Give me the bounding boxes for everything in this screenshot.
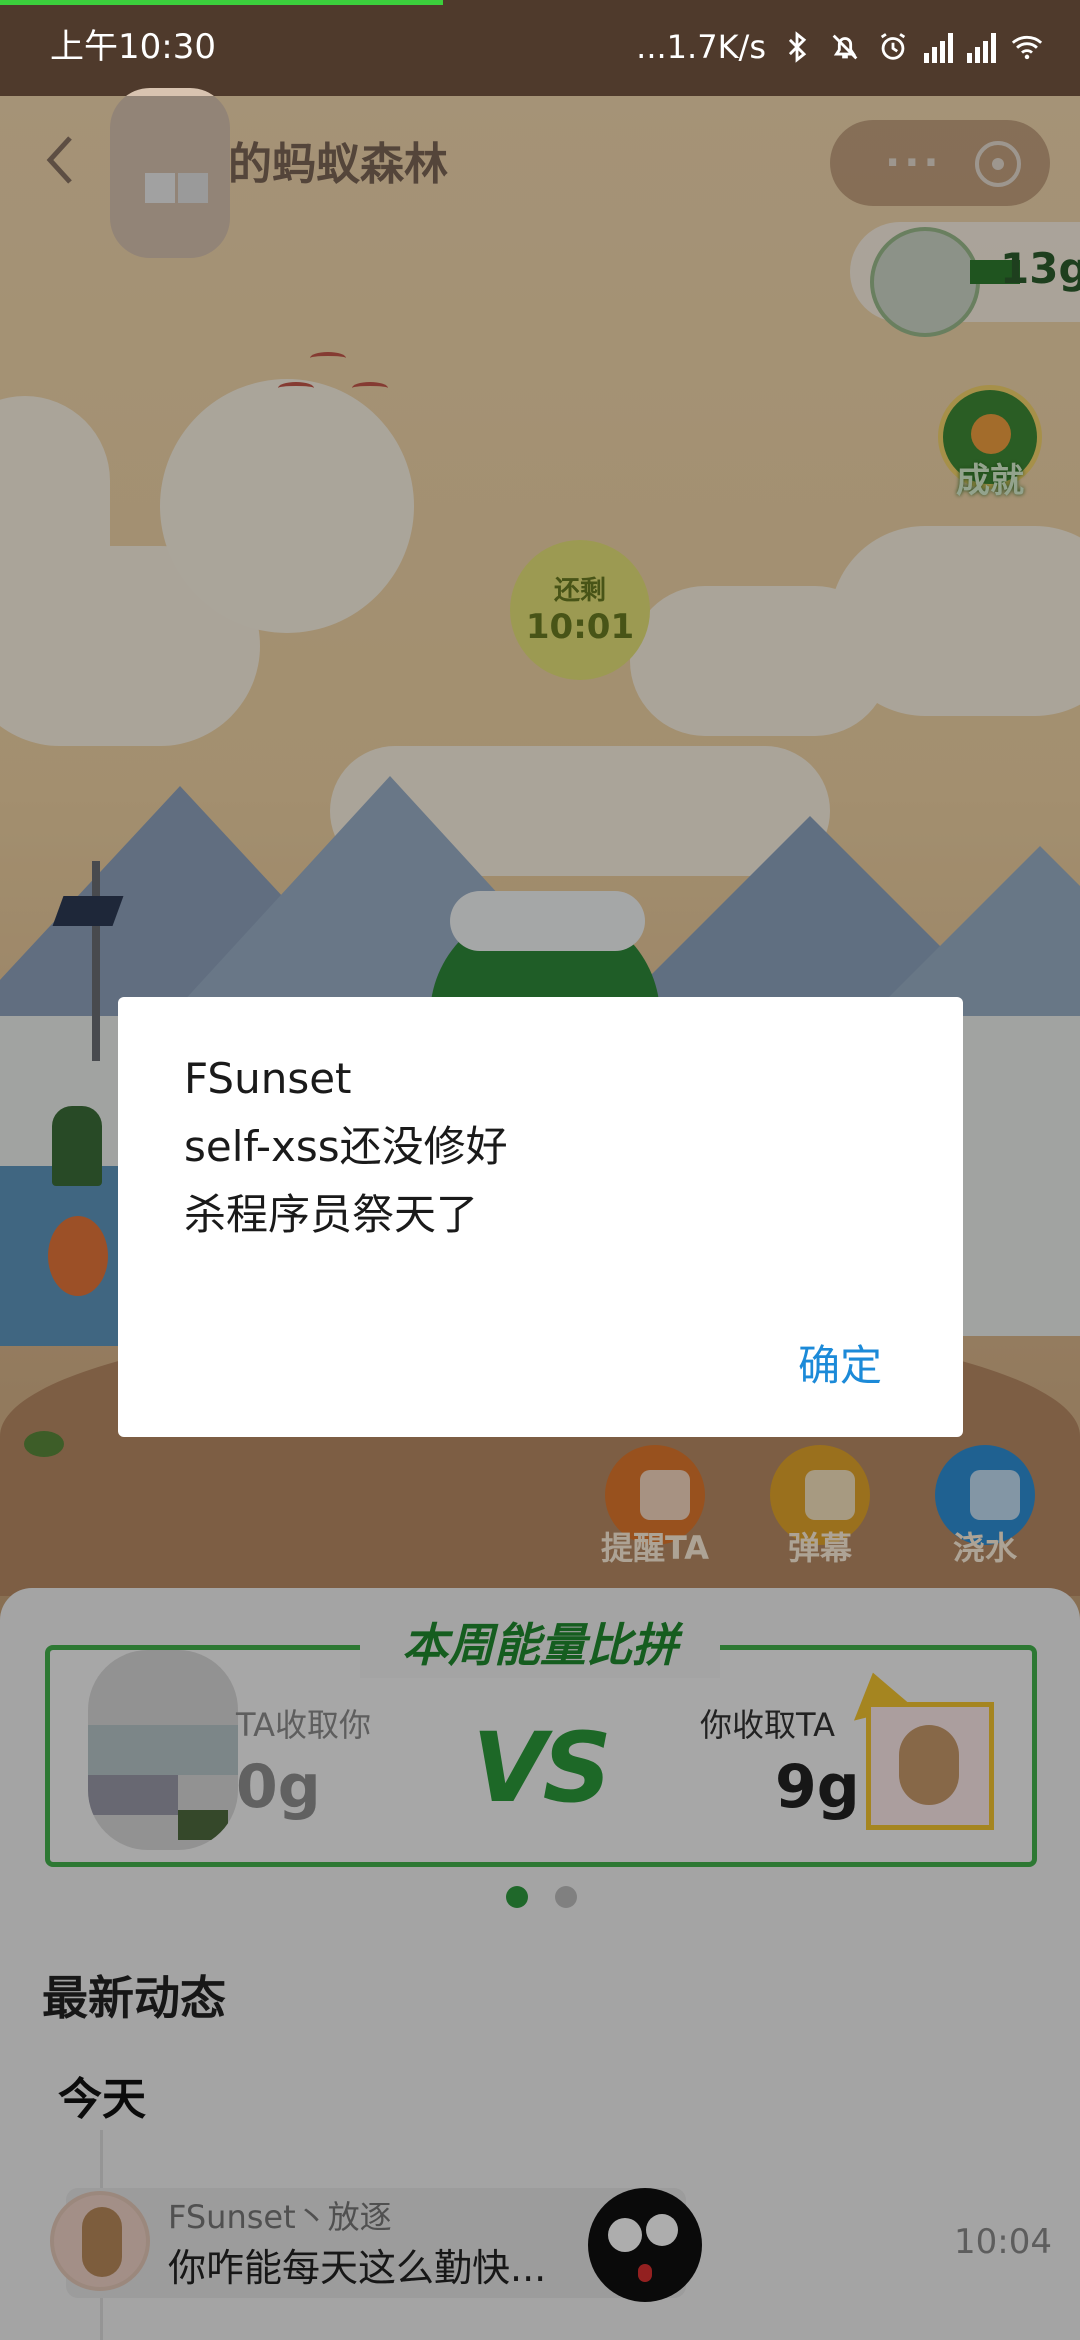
- status-bar: 上午10:30 ...1.7K/s: [0, 0, 1080, 96]
- alert-dialog: FSunset self-xss还没修好 杀程序员祭天了 确定: [118, 997, 963, 1437]
- dialog-message: FSunset self-xss还没修好 杀程序员祭天了: [184, 1045, 508, 1249]
- dialog-line: 杀程序员祭天了: [184, 1190, 479, 1239]
- status-icons: ...1.7K/s: [636, 22, 1044, 72]
- hd-signal-icon: [967, 31, 996, 63]
- alarm-icon: [880, 33, 906, 60]
- mute-icon: [832, 34, 858, 60]
- dialog-line: self-xss还没修好: [184, 1122, 508, 1171]
- bluetooth-icon: [788, 31, 807, 63]
- net-speed: ...1.7K/s: [636, 28, 766, 66]
- status-time: 上午10:30: [50, 27, 216, 67]
- dialog-line: FSunset: [184, 1054, 352, 1103]
- wifi-icon: [1011, 35, 1043, 60]
- hd-signal-icon: [924, 31, 953, 63]
- confirm-button[interactable]: 确定: [798, 1340, 882, 1392]
- page-load-progress: [0, 0, 443, 5]
